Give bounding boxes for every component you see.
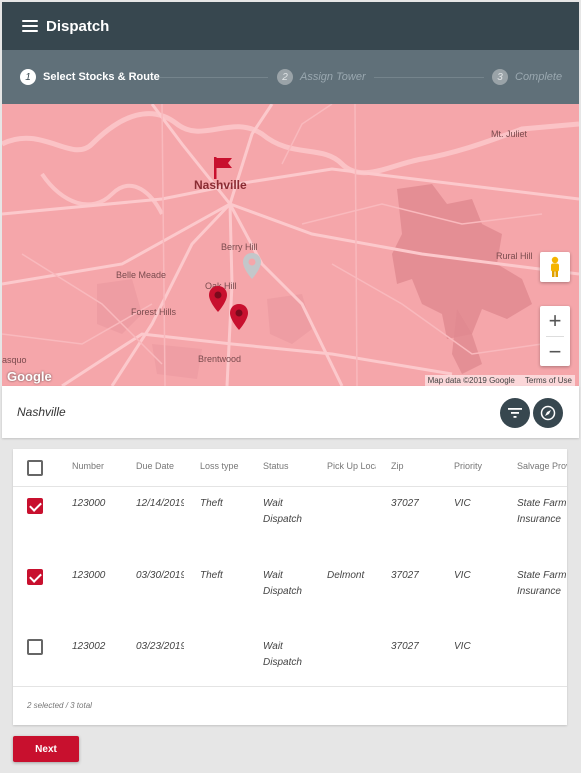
cell-number: 123000 (72, 570, 106, 581)
next-button[interactable]: Next (13, 736, 79, 762)
filter-icon (508, 408, 522, 418)
footer-divider (13, 686, 567, 687)
cell-number: 123000 (72, 498, 106, 509)
step-select-stocks[interactable]: 1 Select Stocks & Route (20, 69, 160, 85)
step-label: Select Stocks & Route (43, 71, 160, 83)
google-logo: Google (7, 369, 52, 384)
location-bar: Nashville (2, 386, 579, 438)
terms-of-use-link[interactable]: Terms of Use (525, 376, 572, 385)
step-number: 2 (277, 69, 293, 85)
step-connector (374, 77, 484, 78)
cell-status: Wait Dispatch (263, 570, 302, 597)
row-checkbox[interactable] (27, 498, 43, 514)
cell-due-date: 03/30/2019 (136, 570, 184, 581)
header-divider (13, 486, 567, 487)
cell-pickup-location: Delmont (327, 570, 365, 581)
step-connector (160, 77, 268, 78)
cell-zip: 37027 (391, 498, 419, 509)
navigate-button[interactable] (533, 398, 563, 428)
cell-zip: 37027 (391, 570, 419, 581)
cell-salvage-provider: State Farm Insurance (517, 570, 567, 597)
map-base-layer (2, 104, 579, 386)
destination-flag-icon[interactable] (212, 156, 234, 180)
column-header-pickup-location[interactable]: Pick Up Location (327, 461, 376, 471)
zoom-in-button[interactable]: + (540, 306, 570, 336)
street-view-pegman-button[interactable] (540, 252, 570, 282)
select-all-checkbox[interactable] (27, 460, 43, 476)
cell-due-date: 03/23/2019 (136, 641, 184, 652)
column-header-due-date[interactable]: Due Date (136, 461, 194, 471)
step-label: Complete (515, 71, 563, 83)
column-header-zip[interactable]: Zip (391, 461, 449, 471)
map-label-mt-juliet: Mt. Juliet (491, 129, 528, 139)
map-attribution: Map data ©2019 Google Terms of Use (424, 375, 575, 386)
map-data-credit: Map data ©2019 Google (427, 376, 515, 385)
stocks-table: Number Due Date Loss type Status Pick Up… (13, 449, 567, 725)
map-pin-icon-red[interactable] (229, 303, 249, 331)
cell-number: 123002 (72, 641, 106, 652)
step-number: 3 (492, 69, 508, 85)
column-header-salvage-provider[interactable]: Salvage Provider (517, 461, 567, 471)
menu-icon[interactable] (22, 20, 38, 32)
cell-status: Wait Dispatch (263, 641, 302, 668)
row-checkbox[interactable] (27, 639, 43, 655)
dispatch-app: Dispatch 1 Select Stocks & Route 2 Assig… (0, 0, 581, 773)
step-assign-tower[interactable]: 2 Assign Tower (277, 69, 366, 85)
map-pin-icon-grey[interactable] (242, 252, 262, 280)
cell-loss-type: Theft (200, 498, 223, 509)
zoom-out-button[interactable]: − (540, 337, 570, 367)
route-map[interactable]: Nashville Mt. Juliet Berry Hill Belle Me… (2, 104, 579, 386)
stepper: 1 Select Stocks & Route 2 Assign Tower 3… (2, 50, 579, 104)
map-label-brentwood: Brentwood (198, 354, 242, 364)
column-header-number[interactable]: Number (72, 461, 130, 471)
cell-due-date: 12/14/2019 (136, 498, 184, 509)
filter-button[interactable] (500, 398, 530, 428)
compass-icon (540, 405, 556, 421)
cell-zip: 37027 (391, 641, 419, 652)
column-header-priority[interactable]: Priority (454, 461, 512, 471)
cell-status: Wait Dispatch (263, 498, 302, 525)
map-label-nashville: Nashville (194, 178, 247, 192)
map-label-edge: asquo (2, 355, 27, 365)
cell-loss-type: Theft (200, 570, 223, 581)
cell-priority: VIC (454, 498, 471, 509)
selection-summary: 2 selected / 3 total (27, 701, 92, 710)
cell-priority: VIC (454, 570, 471, 581)
column-header-loss-type[interactable]: Loss type (200, 461, 258, 471)
app-title: Dispatch (46, 17, 110, 35)
map-label-forest-hills: Forest Hills (131, 307, 177, 317)
row-checkbox[interactable] (27, 569, 43, 585)
location-name: Nashville (17, 405, 66, 419)
cell-priority: VIC (454, 641, 471, 652)
step-number: 1 (20, 69, 36, 85)
map-label-berry-hill: Berry Hill (221, 242, 258, 252)
zoom-controls: + − (540, 306, 570, 366)
app-bar: Dispatch (2, 2, 579, 50)
step-label: Assign Tower (300, 71, 366, 83)
step-complete[interactable]: 3 Complete (492, 69, 562, 85)
map-pin-icon-red[interactable] (208, 285, 228, 313)
column-header-status[interactable]: Status (263, 461, 321, 471)
cell-salvage-provider: State Farm Insurance (517, 498, 567, 525)
map-label-belle-meade: Belle Meade (116, 270, 167, 280)
map-label-rural-hill: Rural Hill (496, 251, 533, 261)
pegman-icon (551, 256, 559, 277)
